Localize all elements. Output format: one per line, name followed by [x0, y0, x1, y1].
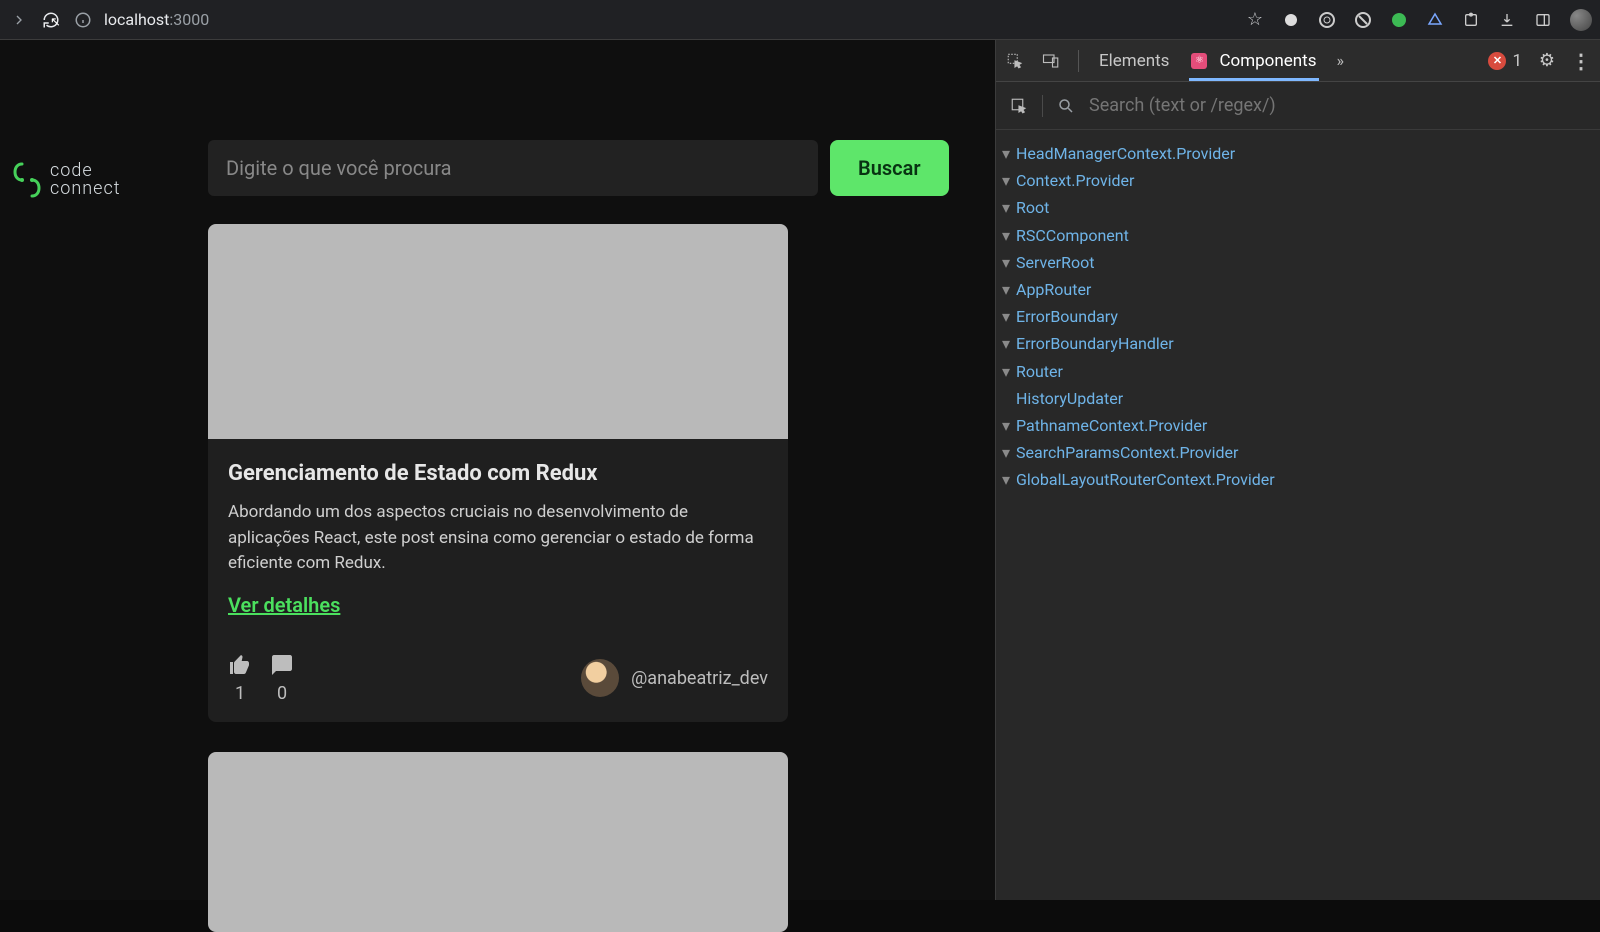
tree-node[interactable]: ▾Context.Provider [1002, 167, 1594, 194]
select-element-icon[interactable] [1010, 97, 1028, 115]
tree-node-label: PathnameContext.Provider [1016, 412, 1207, 439]
error-badge-icon: ✕ [1488, 52, 1506, 70]
extension-icon[interactable] [1318, 11, 1336, 29]
tab-components[interactable]: ⚛ Components [1189, 41, 1318, 81]
post-thumbnail [208, 752, 788, 932]
post-author[interactable]: @anabeatriz_dev [581, 659, 768, 697]
app-viewport: code connect Buscar Gerenciamento de Est… [0, 40, 995, 900]
tree-node-label: SearchParamsContext.Provider [1016, 439, 1238, 466]
logo-mark-icon [12, 160, 42, 200]
tree-node-label: HeadManagerContext.Provider [1016, 140, 1235, 167]
reload-icon[interactable]: ↖ [40, 9, 62, 31]
post-thumbnail [208, 224, 788, 439]
browser-toolbar: ↖ localhost:3000 ☆ [0, 0, 1600, 40]
profile-avatar-icon[interactable] [1570, 9, 1592, 31]
like-stat[interactable]: 1 [228, 653, 252, 704]
search-button[interactable]: Buscar [830, 140, 949, 196]
post-description: Abordando um dos aspectos cruciais no de… [228, 500, 768, 577]
react-devtools-icon: ⚛ [1191, 53, 1207, 69]
extensions-puzzle-icon[interactable] [1462, 11, 1480, 29]
tree-node[interactable]: ▾Root [1002, 194, 1594, 221]
url-port: :3000 [169, 10, 209, 29]
error-indicator[interactable]: ✕ 1 [1488, 51, 1522, 71]
tree-node[interactable]: HistoryUpdater [1002, 385, 1594, 412]
devtools-panel: Elements ⚛ Components » ✕ 1 ⚙ ⋮ ▾HeadMan… [995, 40, 1600, 900]
author-handle: @anabeatriz_dev [631, 668, 768, 689]
forward-icon[interactable] [8, 9, 30, 31]
sidepanel-icon[interactable] [1534, 11, 1552, 29]
devtools-tabbar: Elements ⚛ Components » ✕ 1 ⚙ ⋮ [996, 40, 1600, 82]
address-bar[interactable]: localhost:3000 [104, 10, 209, 29]
downloads-icon[interactable] [1498, 11, 1516, 29]
logo[interactable]: code connect [12, 160, 178, 200]
tree-node-label: ErrorBoundary [1016, 303, 1118, 330]
tree-node-label: HistoryUpdater [1016, 385, 1123, 412]
comment-icon [270, 653, 294, 677]
post-card [208, 752, 788, 932]
post-card: Gerenciamento de Estado com Redux Aborda… [208, 224, 788, 722]
extension-icon[interactable] [1426, 11, 1444, 29]
search-row: Buscar [208, 140, 955, 196]
device-toolbar-icon[interactable] [1042, 52, 1060, 70]
error-count: 1 [1512, 51, 1522, 71]
tree-node[interactable]: ▾SearchParamsContext.Provider [1002, 439, 1594, 466]
comment-stat[interactable]: 0 [270, 653, 294, 704]
tree-node[interactable]: ▾PathnameContext.Provider [1002, 412, 1594, 439]
tree-node[interactable]: ▾ServerRoot [1002, 249, 1594, 276]
settings-gear-icon[interactable]: ⚙ [1538, 52, 1556, 70]
tree-node[interactable]: ▾Router [1002, 358, 1594, 385]
site-info-icon[interactable] [72, 9, 94, 31]
url-host: localhost [104, 10, 169, 29]
tree-node[interactable]: ▾ErrorBoundaryHandler [1002, 330, 1594, 357]
extension-icon[interactable] [1354, 11, 1372, 29]
devtools-search-row [996, 82, 1600, 130]
search-icon [1057, 97, 1075, 115]
logo-text: code connect [50, 162, 121, 198]
like-count: 1 [235, 683, 245, 704]
tree-node-label: Router [1016, 358, 1063, 385]
details-link[interactable]: Ver detalhes [228, 593, 340, 617]
more-tabs-icon[interactable]: » [1337, 51, 1345, 70]
tree-node-label: GlobalLayoutRouterContext.Provider [1016, 466, 1275, 493]
tree-node-label: Context.Provider [1016, 167, 1134, 194]
tab-components-label: Components [1219, 51, 1316, 71]
tree-node[interactable]: ▾RSCComponent [1002, 222, 1594, 249]
tree-node[interactable]: ▾AppRouter [1002, 276, 1594, 303]
tab-elements[interactable]: Elements [1097, 41, 1171, 81]
component-tree[interactable]: ▾HeadManagerContext.Provider ▾Context.Pr… [996, 130, 1600, 503]
sidebar: code connect [0, 40, 190, 900]
post-title: Gerenciamento de Estado com Redux [228, 461, 768, 486]
inspect-element-icon[interactable] [1006, 52, 1024, 70]
extension-icon[interactable] [1390, 11, 1408, 29]
component-search-input[interactable] [1089, 95, 1586, 116]
thumbs-up-icon [228, 653, 252, 677]
search-input[interactable] [208, 140, 818, 196]
tree-node-label: ErrorBoundaryHandler [1016, 330, 1174, 357]
toolbar-right: ☆ [1246, 9, 1592, 31]
author-avatar-icon [581, 659, 619, 697]
bookmark-star-icon[interactable]: ☆ [1246, 11, 1264, 29]
extension-icon[interactable] [1282, 11, 1300, 29]
comment-count: 0 [277, 683, 287, 704]
tree-node[interactable]: ▾ErrorBoundary [1002, 303, 1594, 330]
tree-node-label: ServerRoot [1016, 249, 1094, 276]
cursor-icon: ↖ [50, 15, 61, 30]
main-content: Buscar Gerenciamento de Estado com Redux… [190, 40, 995, 900]
tree-node-label: RSCComponent [1016, 222, 1129, 249]
kebab-menu-icon[interactable]: ⋮ [1572, 52, 1590, 70]
logo-text-2: connect [50, 180, 121, 198]
tree-node-label: Root [1016, 194, 1049, 221]
tree-node-label: AppRouter [1016, 276, 1091, 303]
tree-node[interactable]: ▾HeadManagerContext.Provider [1002, 140, 1594, 167]
tree-node[interactable]: ▾GlobalLayoutRouterContext.Provider [1002, 466, 1594, 493]
